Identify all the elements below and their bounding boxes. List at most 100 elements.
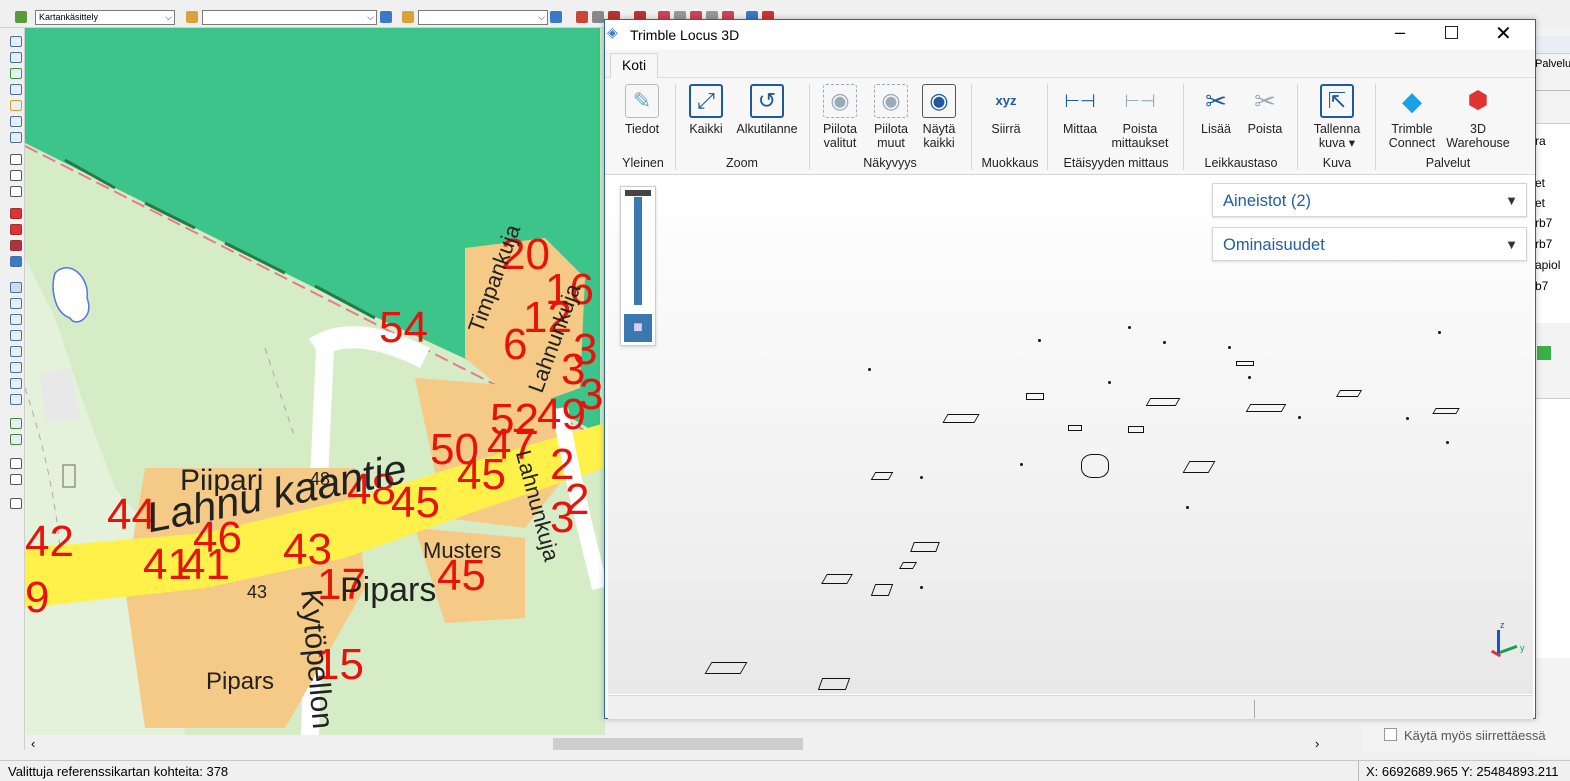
tool-icon[interactable] bbox=[576, 11, 588, 23]
theme-combo[interactable]: ⌵ bbox=[418, 10, 548, 25]
grid2-icon[interactable] bbox=[10, 474, 22, 485]
zoom-prev-icon[interactable] bbox=[10, 330, 22, 341]
map-canvas[interactable]: 20 16 12 6 54 3 3 3 52 49 50 47 2 45 2 3… bbox=[25, 28, 605, 735]
map-tool-icon[interactable] bbox=[15, 11, 27, 23]
3d-object[interactable] bbox=[870, 472, 894, 480]
checkbox-row[interactable]: Käytä myös siirrettäessä bbox=[1362, 722, 1562, 752]
3d-object[interactable] bbox=[704, 662, 748, 674]
maximize-icon[interactable] bbox=[1445, 26, 1458, 39]
hand-icon[interactable] bbox=[10, 282, 22, 293]
trimble-connect-button[interactable]: ◆ Trimble Connect bbox=[1383, 84, 1441, 150]
group-zoom: Zoom bbox=[726, 156, 758, 170]
tiedot-button[interactable]: ✎ Tiedot bbox=[617, 84, 667, 136]
zoom-scale-icon[interactable] bbox=[10, 378, 22, 389]
place-name-pipars-2: Pipars bbox=[206, 668, 275, 695]
measure-button[interactable]: ⊢⊣ Mittaa bbox=[1055, 84, 1105, 136]
map2-icon[interactable] bbox=[10, 434, 22, 445]
title-bar[interactable]: ◈ Trimble Locus 3D – ✕ bbox=[605, 20, 1535, 50]
mode-combo[interactable]: Kartankäsittely ⌵ bbox=[35, 10, 175, 25]
group-nakyvyys: Näkyvyys bbox=[863, 156, 917, 170]
3d-object[interactable] bbox=[870, 584, 894, 596]
3d-object[interactable] bbox=[1335, 390, 1363, 397]
info-icon[interactable] bbox=[10, 256, 22, 267]
horizontal-scrollbar[interactable]: ‹ › bbox=[25, 735, 1335, 753]
delete-measurements-button[interactable]: ⊢⊣ Poista mittaukset bbox=[1105, 84, 1175, 150]
edit-icon[interactable] bbox=[10, 100, 22, 111]
slider-handle[interactable] bbox=[625, 190, 651, 196]
reset-view-button[interactable]: ↺ Alkutilanne bbox=[731, 84, 803, 136]
hide-others-button[interactable]: ◉ Piilota muut bbox=[867, 84, 915, 150]
3d-warehouse-button[interactable]: ⬢ 3D Warehouse bbox=[1443, 84, 1513, 151]
map-icon[interactable] bbox=[10, 418, 22, 429]
rect-select-icon[interactable] bbox=[10, 68, 22, 79]
right-dock-panel: Palvelu ra et et rb7 rb7 apiol b7 bbox=[1535, 28, 1570, 758]
3d-object[interactable] bbox=[1245, 404, 1287, 412]
minimize-icon[interactable]: – bbox=[1395, 22, 1405, 43]
3d-object[interactable] bbox=[1145, 398, 1181, 406]
save-image-button[interactable]: ⇱ Tallenna kuva ▾ bbox=[1305, 84, 1369, 150]
scroll-right-icon[interactable]: › bbox=[1315, 736, 1319, 751]
scissors-icon: ✂ bbox=[1254, 86, 1276, 116]
theme-icon[interactable] bbox=[402, 11, 414, 23]
3d-object[interactable] bbox=[821, 574, 853, 584]
scroll-left-icon[interactable]: ‹ bbox=[31, 736, 35, 751]
3d-object[interactable] bbox=[1128, 426, 1144, 433]
3d-object[interactable] bbox=[898, 562, 918, 569]
gear-icon[interactable] bbox=[10, 52, 22, 63]
line-icon[interactable] bbox=[10, 154, 22, 165]
close-icon[interactable]: ✕ bbox=[1495, 21, 1512, 46]
note-icon[interactable] bbox=[10, 498, 22, 509]
polygon-icon[interactable] bbox=[10, 186, 22, 197]
tab-koti[interactable]: Koti bbox=[610, 53, 658, 78]
grid-icon[interactable] bbox=[10, 458, 22, 469]
zoom-all-button[interactable]: ⤢ Kaikki bbox=[681, 84, 731, 136]
zoom-slider-panel: ■ bbox=[620, 186, 656, 346]
3d-object[interactable] bbox=[817, 678, 851, 690]
3d-object[interactable] bbox=[1236, 361, 1254, 366]
3d-object[interactable] bbox=[1432, 408, 1460, 414]
3d-point bbox=[1108, 381, 1111, 384]
show-all-button[interactable]: ◉ Näytä kaikki bbox=[915, 84, 963, 150]
layer-icon[interactable] bbox=[186, 11, 198, 23]
zoom-in-icon[interactable] bbox=[10, 298, 22, 309]
zoom-all-icon[interactable] bbox=[10, 346, 22, 357]
3d-object[interactable] bbox=[1026, 393, 1044, 400]
cube-view-icon[interactable]: ■ bbox=[624, 314, 652, 342]
3d-viewport[interactable]: ■ Aineistot (2) ▼ Ominaisuudet ▼ z y bbox=[608, 176, 1533, 694]
zoom-extent-icon[interactable] bbox=[10, 394, 22, 405]
add-layer-icon[interactable] bbox=[380, 11, 392, 23]
siirra-label: Siirrä bbox=[991, 122, 1021, 136]
tool-icon[interactable] bbox=[592, 11, 604, 23]
add-clip-button[interactable]: ✂ Lisää bbox=[1193, 84, 1239, 136]
zoom-window-icon[interactable] bbox=[10, 362, 22, 373]
3d-point bbox=[920, 586, 923, 589]
hide-selected-button[interactable]: ◉ Piilota valitut bbox=[815, 84, 865, 150]
ominaisuudet-panel[interactable]: Ominaisuudet ▼ bbox=[1212, 227, 1527, 261]
3d-object[interactable] bbox=[910, 542, 940, 552]
polyline-icon[interactable] bbox=[10, 170, 22, 181]
3d-object[interactable] bbox=[1081, 454, 1109, 478]
lock-icon[interactable] bbox=[10, 224, 22, 235]
place-name-pipars: Pipars bbox=[340, 571, 437, 609]
move-button[interactable]: xyz Siirrä bbox=[979, 84, 1033, 137]
run-icon[interactable] bbox=[1537, 346, 1551, 360]
edit-icon[interactable] bbox=[550, 11, 562, 23]
layer-red-icon[interactable] bbox=[10, 208, 22, 219]
3d-object[interactable] bbox=[1068, 425, 1082, 431]
zoom-slider[interactable] bbox=[634, 197, 642, 305]
scrollbar-thumb[interactable] bbox=[553, 738, 803, 750]
zoom-out-icon[interactable] bbox=[10, 314, 22, 325]
3d-object[interactable] bbox=[1182, 461, 1216, 473]
window-icon[interactable] bbox=[10, 84, 22, 95]
aineistot-panel[interactable]: Aineistot (2) ▼ bbox=[1212, 183, 1527, 217]
undo-icon[interactable] bbox=[10, 116, 22, 127]
layer-icon[interactable] bbox=[10, 240, 22, 251]
3d-point bbox=[1163, 341, 1166, 344]
checkbox[interactable] bbox=[1384, 728, 1397, 741]
layer-combo[interactable]: ⌵ bbox=[202, 10, 377, 25]
remove-clip-button[interactable]: ✂ Poista bbox=[1241, 84, 1289, 136]
tool-icon[interactable] bbox=[10, 132, 22, 143]
3d-point bbox=[1186, 506, 1189, 509]
3d-object[interactable] bbox=[942, 414, 980, 423]
select-icon[interactable] bbox=[10, 36, 22, 47]
